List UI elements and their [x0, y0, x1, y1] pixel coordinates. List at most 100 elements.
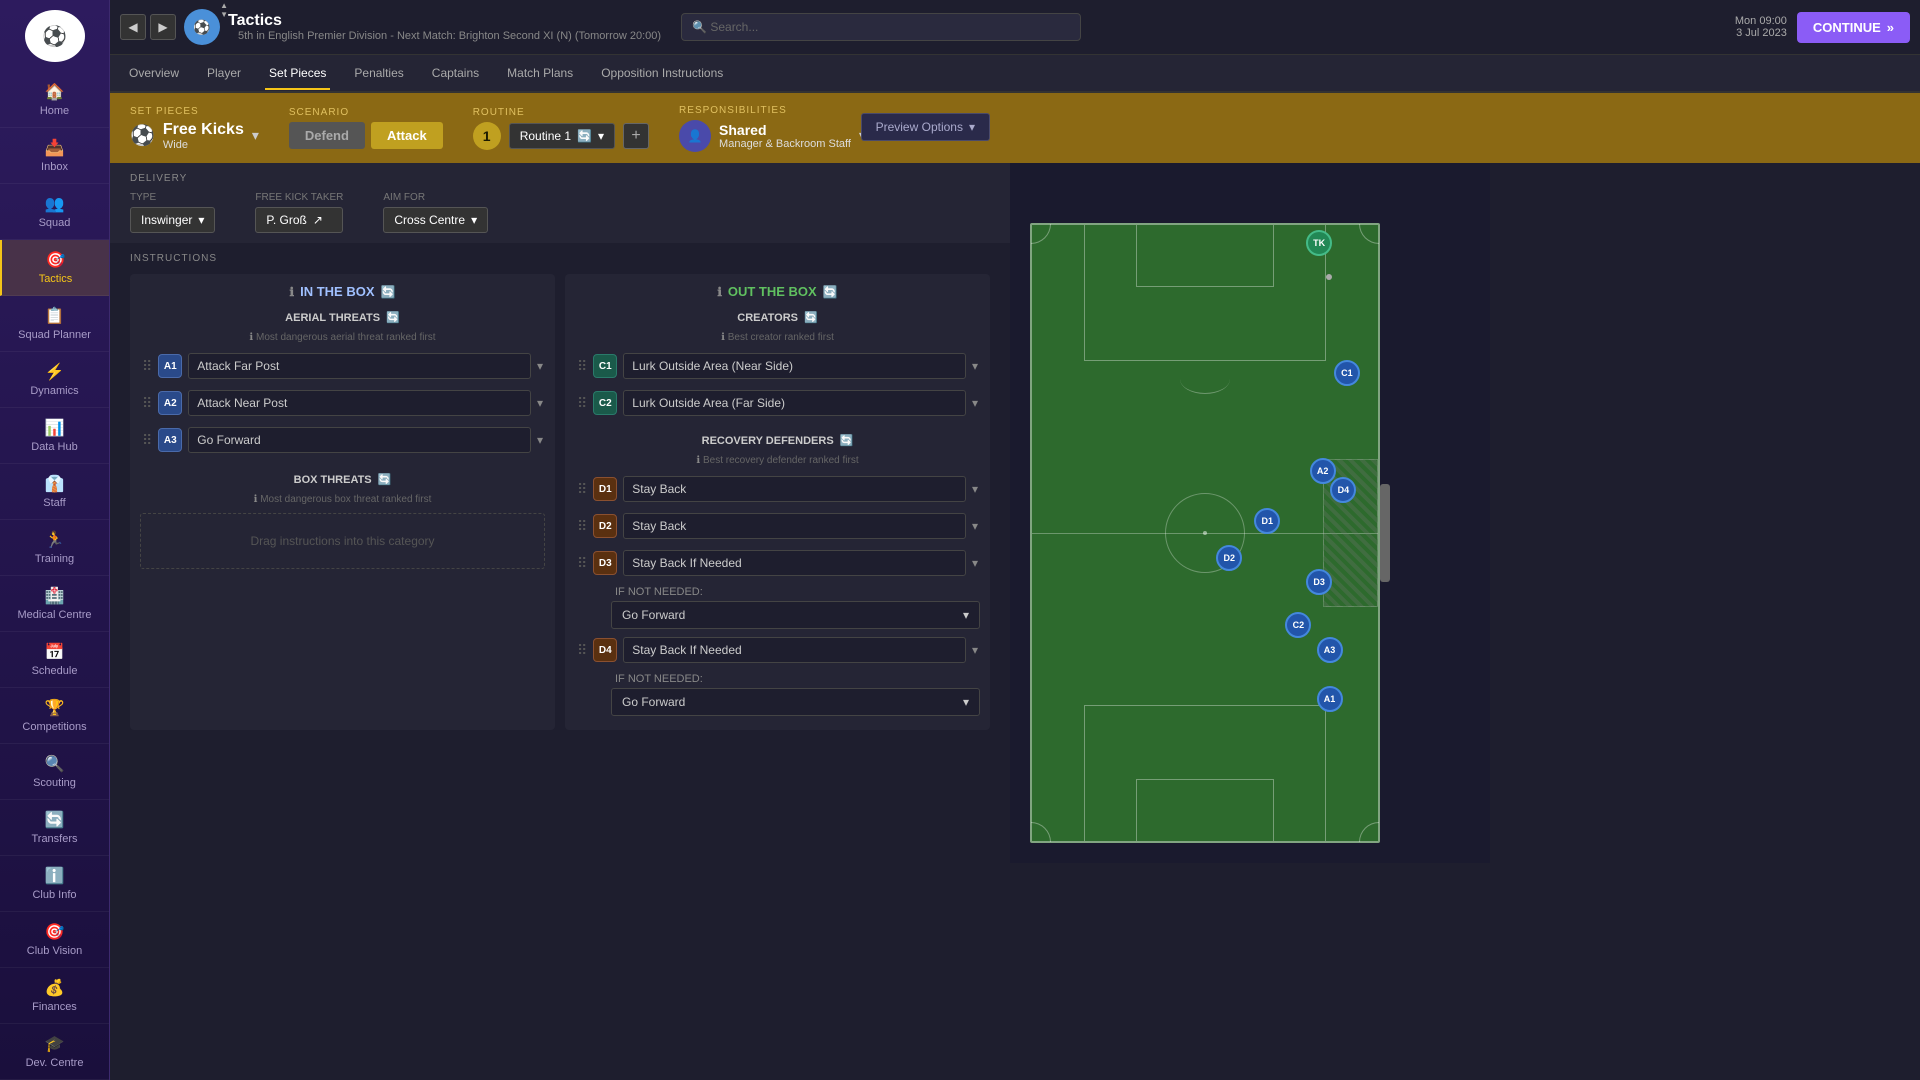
sidebar-item-competitions[interactable]: 🏆 Competitions [0, 688, 109, 744]
a2-chevron-icon[interactable]: ▾ [537, 396, 543, 410]
out-box-refresh-icon[interactable]: 🔄 [823, 285, 838, 299]
sidebar-item-squad-planner[interactable]: 📋 Squad Planner [0, 296, 109, 352]
drag-handle-a1[interactable]: ⠿ [142, 358, 152, 375]
box-threats-refresh-icon[interactable]: 🔄 [378, 473, 392, 486]
drag-handle-c2[interactable]: ⠿ [577, 395, 587, 412]
a3-select[interactable]: Go Forward [188, 427, 531, 453]
drag-handle-d2[interactable]: ⠿ [577, 518, 587, 535]
sidebar-item-home[interactable]: 🏠 Home [0, 72, 109, 128]
a3-chevron-icon[interactable]: ▾ [537, 433, 543, 447]
d2-chevron-icon[interactable]: ▾ [972, 519, 978, 533]
creators-refresh-icon[interactable]: 🔄 [804, 311, 818, 324]
field-visualization: TK C1 A2 D4 D1 D2 D3 C2 A3 A1 [1030, 223, 1380, 843]
sidebar-item-scouting[interactable]: 🔍 Scouting [0, 744, 109, 800]
set-pieces-dropdown[interactable]: ▾ [252, 127, 259, 144]
data-hub-icon: 📊 [45, 418, 65, 438]
subnav-overview[interactable]: Overview [125, 58, 183, 90]
in-box-header-label: IN THE BOX [300, 284, 374, 299]
if-not-select-d4[interactable]: Go Forward ▾ [611, 688, 980, 716]
club-vision-icon: 🎯 [45, 922, 65, 942]
preview-options-button[interactable]: Preview Options ▾ [861, 113, 990, 141]
aim-select[interactable]: Cross Centre ▾ [383, 207, 488, 233]
sidebar-item-squad[interactable]: 👥 Squad [0, 184, 109, 240]
preview-options-label: Preview Options [876, 120, 963, 134]
attack-button[interactable]: Attack [371, 122, 443, 149]
drag-handle-a2[interactable]: ⠿ [142, 395, 152, 412]
drag-handle-d3[interactable]: ⠿ [577, 555, 587, 572]
if-not-select-d3[interactable]: Go Forward ▾ [611, 601, 980, 629]
sidebar-item-medical[interactable]: 🏥 Medical Centre [0, 576, 109, 632]
d1-select[interactable]: Stay Back [623, 476, 966, 502]
in-box-refresh-icon[interactable]: 🔄 [381, 285, 396, 299]
subnav-match-plans[interactable]: Match Plans [503, 58, 577, 90]
c2-chevron-icon[interactable]: ▾ [972, 396, 978, 410]
club-info-icon: ℹ️ [45, 866, 65, 886]
d1-chevron-icon[interactable]: ▾ [972, 482, 978, 496]
sidebar-item-staff[interactable]: 👔 Staff [0, 464, 109, 520]
sidebar-item-inbox[interactable]: 📥 Inbox [0, 128, 109, 184]
responsibilities-name: Shared [719, 122, 851, 138]
a2-select[interactable]: Attack Near Post [188, 390, 531, 416]
sidebar-item-club-vision[interactable]: 🎯 Club Vision [0, 912, 109, 968]
recovery-hint-icon: ℹ [696, 455, 700, 466]
sidebar-item-data-hub[interactable]: 📊 Data Hub [0, 408, 109, 464]
if-not-value-d3: Go Forward [622, 608, 685, 622]
drag-handle-d1[interactable]: ⠿ [577, 481, 587, 498]
sidebar-item-tactics[interactable]: 🎯 Tactics [0, 240, 109, 296]
subnav-penalties[interactable]: Penalties [350, 58, 407, 90]
routine-cycle-icon: 🔄 [577, 129, 592, 143]
sidebar-item-club-info[interactable]: ℹ️ Club Info [0, 856, 109, 912]
subnav-player[interactable]: Player [203, 58, 245, 90]
continue-button[interactable]: CONTINUE » [1797, 12, 1910, 43]
medical-icon: 🏥 [45, 586, 65, 606]
sidebar-item-training[interactable]: 🏃 Training [0, 520, 109, 576]
nav-forward-button[interactable]: ▶ [150, 14, 176, 40]
defend-button[interactable]: Defend [289, 122, 365, 149]
topbar-title-area: Tactics 5th in English Premier Division … [228, 12, 661, 42]
d3-select[interactable]: Stay Back If Needed [623, 550, 966, 576]
c1-chevron-icon[interactable]: ▾ [972, 359, 978, 373]
d3-chevron-icon[interactable]: ▾ [972, 556, 978, 570]
creators-hint-text: Best creator ranked first [728, 332, 834, 343]
subnav-set-pieces[interactable]: Set Pieces [265, 58, 330, 90]
drag-handle-d4[interactable]: ⠿ [577, 642, 587, 659]
c2-select[interactable]: Lurk Outside Area (Far Side) [623, 390, 966, 416]
staff-icon: 👔 [45, 474, 65, 494]
type-chevron-icon: ▾ [198, 213, 204, 227]
badge-d4: D4 [593, 638, 617, 662]
d4-select[interactable]: Stay Back If Needed [623, 637, 966, 663]
sidebar-item-transfers[interactable]: 🔄 Transfers [0, 800, 109, 856]
subnav-opposition-instructions[interactable]: Opposition Instructions [597, 58, 727, 90]
drag-handle-a3[interactable]: ⠿ [142, 432, 152, 449]
drag-handle-c1[interactable]: ⠿ [577, 358, 587, 375]
type-select[interactable]: Inswinger ▾ [130, 207, 215, 233]
responsibilities-sub: Manager & Backroom Staff [719, 138, 851, 150]
if-not-chevron-d3: ▾ [963, 608, 969, 622]
routine-select[interactable]: Routine 1 🔄 ▾ [509, 123, 615, 149]
routine-section: ROUTINE 1 Routine 1 🔄 ▾ + [473, 107, 649, 150]
if-not-chevron-d4: ▾ [963, 695, 969, 709]
subnav-captains[interactable]: Captains [428, 58, 483, 90]
sidebar-item-label: Dev. Centre [26, 1057, 84, 1069]
creators-header: CREATORS 🔄 [575, 307, 980, 328]
sidebar-item-dynamics[interactable]: ⚡ Dynamics [0, 352, 109, 408]
c1-select[interactable]: Lurk Outside Area (Near Side) [623, 353, 966, 379]
recovery-defenders-refresh-icon[interactable]: 🔄 [840, 434, 854, 447]
aerial-threat-row-a2: ⠿ A2 Attack Near Post ▾ [140, 386, 545, 420]
subnav: Overview Player Set Pieces Penalties Cap… [110, 55, 1920, 93]
sidebar-item-finances[interactable]: 💰 Finances [0, 968, 109, 1024]
nav-back-button[interactable]: ◀ [120, 14, 146, 40]
d2-select[interactable]: Stay Back [623, 513, 966, 539]
continue-label: CONTINUE [1813, 20, 1881, 35]
d4-chevron-icon[interactable]: ▾ [972, 643, 978, 657]
routine-add-button[interactable]: + [623, 123, 649, 149]
sidebar-item-schedule[interactable]: 📅 Schedule [0, 632, 109, 688]
search-input[interactable]: 🔍 Search... [681, 13, 1081, 41]
if-not-needed-label-d4: IF NOT NEEDED: [615, 673, 980, 685]
sidebar-item-dev-centre[interactable]: 🎓 Dev. Centre [0, 1024, 109, 1080]
a1-select[interactable]: Attack Far Post [188, 353, 531, 379]
taker-select[interactable]: P. Groß ↗ [255, 207, 343, 233]
aim-chevron-icon: ▾ [471, 213, 477, 227]
aerial-threats-refresh-icon[interactable]: 🔄 [386, 311, 400, 324]
a1-chevron-icon[interactable]: ▾ [537, 359, 543, 373]
